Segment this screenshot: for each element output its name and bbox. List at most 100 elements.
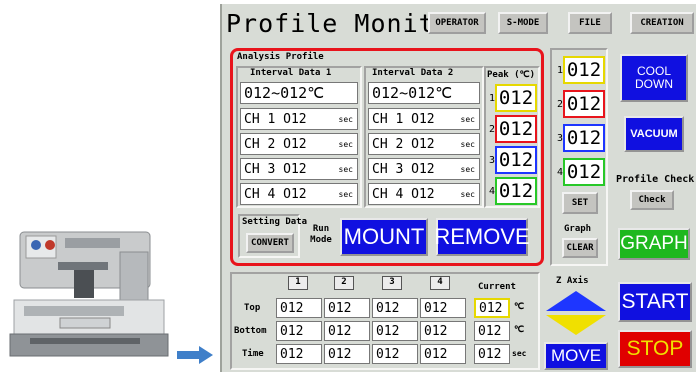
time-step-2-field[interactable]: 012 <box>324 344 370 364</box>
row-label-time: Time <box>242 349 264 359</box>
time-unit: sec <box>512 349 527 358</box>
interval-1-ch1-field[interactable]: CH 1 O12 sec <box>240 108 358 130</box>
mount-button[interactable]: MOUNT <box>340 218 428 256</box>
interval-1-ch3-field[interactable]: CH 3 O12 sec <box>240 158 358 180</box>
bottom-step-3-field[interactable]: 012 <box>372 321 418 341</box>
time-step-3-field[interactable]: 012 <box>372 344 418 364</box>
top-step-3-field[interactable]: 012 <box>372 298 418 318</box>
top-step-2-field[interactable]: 012 <box>324 298 370 318</box>
ch3-value: CH 3 O12 <box>372 161 435 177</box>
interval-1-ch4-field[interactable]: CH 4 O12 sec <box>240 183 358 205</box>
channel-row-4: 4 012 <box>554 158 605 186</box>
step-1-header: 1 <box>288 276 308 290</box>
step-4-header: 4 <box>430 276 450 290</box>
tab-creation[interactable]: CREATION <box>630 12 694 34</box>
channel-row-1: 1 012 <box>554 56 605 84</box>
peak-label: Peak (℃) <box>487 70 536 80</box>
channel-row-3: 3 012 <box>554 124 605 152</box>
ch4-value: CH 4 O12 <box>244 186 307 202</box>
peak-row-2: 2 012 <box>486 115 537 143</box>
start-button[interactable]: START <box>618 282 692 322</box>
peak-row-4: 4 012 <box>486 177 537 205</box>
step-2-header: 2 <box>334 276 354 290</box>
ch2-value: CH 2 O12 <box>244 136 307 152</box>
unit-label: sec <box>460 114 475 124</box>
interval-1-ch2-field[interactable]: CH 2 O12 sec <box>240 133 358 155</box>
vacuum-button[interactable]: VACUUM <box>624 116 684 152</box>
setting-data-label: Setting Data <box>242 217 308 227</box>
interval-1-range-field[interactable]: 012~012℃ <box>240 82 358 104</box>
tab-operator[interactable]: OPERATOR <box>428 12 486 34</box>
unit-label: sec <box>460 139 475 149</box>
channel-value-1: 012 <box>563 56 605 84</box>
peak-row-1: 1 012 <box>486 84 537 112</box>
move-button[interactable]: MOVE <box>544 342 608 370</box>
run-mode-label: Run Mode <box>310 224 332 245</box>
channel-number: 1 <box>556 64 563 76</box>
interval-2-ch4-field[interactable]: CH 4 O12 sec <box>368 183 480 205</box>
channel-value-3: 012 <box>563 124 605 152</box>
bottom-step-1-field[interactable]: 012 <box>276 321 322 341</box>
peak-value-4: 012 <box>495 177 537 205</box>
convert-button[interactable]: CONVERT <box>246 233 294 253</box>
channel-row-2: 2 012 <box>554 90 605 118</box>
profile-check-label: Profile Check <box>616 174 695 185</box>
interval-2-ch2-field[interactable]: CH 2 O12 sec <box>368 133 480 155</box>
interval-2-ch3-field[interactable]: CH 3 O12 sec <box>368 158 480 180</box>
ch1-value: CH 1 O12 <box>372 111 435 127</box>
set-button[interactable]: SET <box>562 192 598 214</box>
top-unit: ℃ <box>514 302 525 312</box>
bottom-step-2-field[interactable]: 012 <box>324 321 370 341</box>
top-step-4-field[interactable]: 012 <box>420 298 466 318</box>
check-button[interactable]: Check <box>630 190 674 210</box>
top-current-field: 012 <box>474 298 510 318</box>
stop-button[interactable]: STOP <box>618 330 692 368</box>
interval-2-ch1-field[interactable]: CH 1 O12 sec <box>368 108 480 130</box>
row-label-bottom: Bottom <box>234 326 267 336</box>
channel-number: 2 <box>556 98 563 110</box>
bottom-step-4-field[interactable]: 012 <box>420 321 466 341</box>
peak-value-1: 012 <box>495 84 537 112</box>
z-axis-down-icon[interactable] <box>544 314 608 336</box>
time-step-4-field[interactable]: 012 <box>420 344 466 364</box>
graph-label: Graph <box>564 224 592 234</box>
unit-label: sec <box>460 164 475 174</box>
peak-number: 2 <box>488 123 495 135</box>
peak-value-2: 012 <box>495 115 537 143</box>
tab-s-mode[interactable]: S-MODE <box>498 12 548 34</box>
interval-data-2-label: Interval Data 2 <box>372 68 454 78</box>
unit-label: sec <box>338 164 353 174</box>
ch4-value: CH 4 O12 <box>372 186 435 202</box>
clear-button[interactable]: CLEAR <box>562 238 598 258</box>
peak-value-3: 012 <box>495 146 537 174</box>
interval-2-range-field[interactable]: 012~012℃ <box>368 82 480 104</box>
peak-number: 3 <box>488 154 495 166</box>
time-step-1-field[interactable]: 012 <box>276 344 322 364</box>
cool-down-button[interactable]: COOL DOWN <box>620 54 688 102</box>
arrow-right-icon <box>177 346 213 364</box>
bottom-current-field: 012 <box>474 321 510 341</box>
z-axis-label: Z Axis <box>556 276 589 286</box>
remove-button[interactable]: REMOVE <box>434 218 530 256</box>
peak-row-3: 3 012 <box>486 146 537 174</box>
tab-file[interactable]: FILE <box>568 12 612 34</box>
ch3-value: CH 3 O12 <box>244 161 307 177</box>
channel-value-4: 012 <box>563 158 605 186</box>
channel-number: 3 <box>556 132 563 144</box>
time-current-field: 012 <box>474 344 510 364</box>
ch2-value: CH 2 O12 <box>372 136 435 152</box>
channel-number: 4 <box>556 166 563 178</box>
z-axis-up-icon[interactable] <box>544 290 608 312</box>
interval-data-1-label: Interval Data 1 <box>250 68 332 78</box>
graph-button[interactable]: GRAPH <box>618 228 690 260</box>
channel-value-2: 012 <box>563 90 605 118</box>
current-label: Current <box>478 282 516 292</box>
top-step-1-field[interactable]: 012 <box>276 298 322 318</box>
rework-machine-image <box>0 222 175 372</box>
unit-label: sec <box>338 189 353 199</box>
unit-label: sec <box>460 189 475 199</box>
bottom-unit: ℃ <box>514 325 525 335</box>
unit-label: sec <box>338 139 353 149</box>
row-label-top: Top <box>244 303 261 313</box>
peak-number: 1 <box>488 92 495 104</box>
